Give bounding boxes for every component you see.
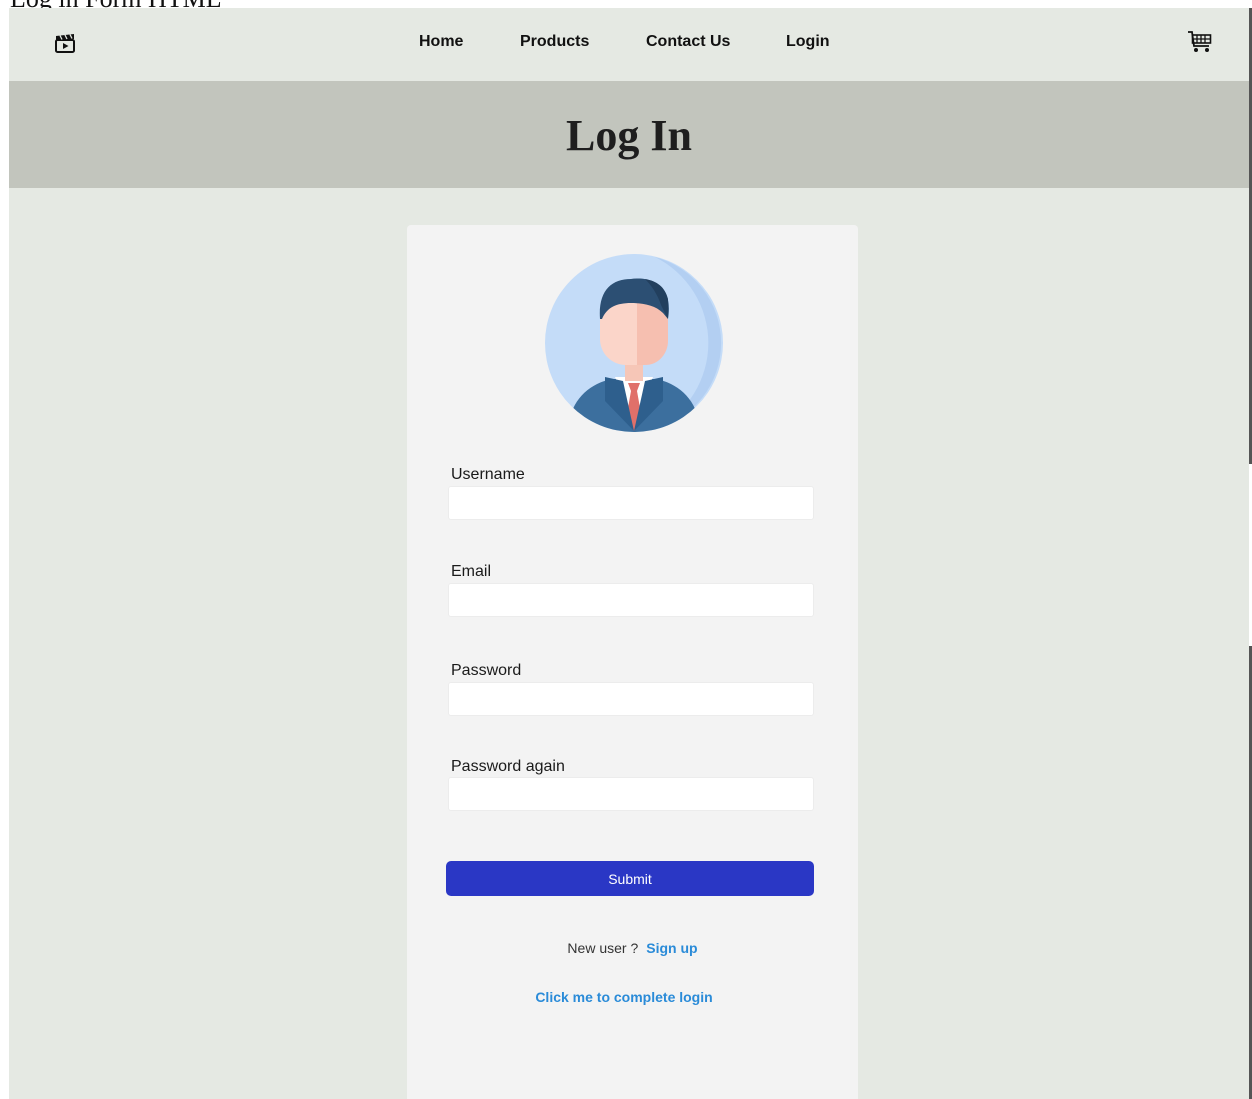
page-frame: Home Products Contact Us Login Log In Us…	[9, 8, 1249, 1099]
login-card: Username Email Password Password again S…	[407, 225, 858, 1099]
nav-link-contact-us[interactable]: Contact Us	[646, 33, 730, 51]
nav-link-products[interactable]: Products	[520, 33, 589, 51]
nav-link-home[interactable]: Home	[419, 33, 463, 51]
email-label: Email	[451, 563, 492, 580]
password-input[interactable]	[448, 682, 814, 716]
new-user-text: New user ?	[567, 940, 639, 956]
signup-row: New user ? Sign up	[407, 940, 858, 956]
nav-link-login[interactable]: Login	[786, 33, 830, 51]
businessman-avatar-icon	[545, 254, 723, 432]
page-title: Log In	[566, 111, 692, 160]
username-input[interactable]	[448, 486, 814, 520]
complete-login-link[interactable]: Click me to complete login	[407, 989, 841, 1005]
password-again-input[interactable]	[448, 777, 814, 811]
password-label: Password	[451, 662, 522, 679]
shopping-cart-icon[interactable]	[1187, 30, 1213, 54]
hero-banner: Log In	[9, 81, 1249, 188]
clapperboard-icon[interactable]	[54, 32, 76, 54]
password-again-label: Password again	[451, 758, 565, 775]
signup-link[interactable]: Sign up	[646, 940, 697, 956]
username-label: Username	[451, 466, 525, 483]
email-input[interactable]	[448, 583, 814, 617]
submit-button[interactable]: Submit	[446, 861, 814, 896]
navbar: Home Products Contact Us Login	[9, 8, 1249, 81]
